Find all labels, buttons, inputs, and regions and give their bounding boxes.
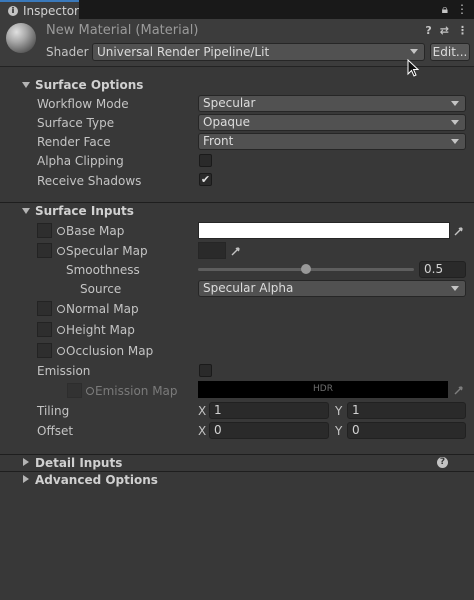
edit-shader-button[interactable]: Edit... xyxy=(430,43,470,61)
render-face-value: Front xyxy=(203,134,234,148)
material-preview-icon xyxy=(6,23,36,53)
detail-inputs-title: Detail Inputs xyxy=(35,456,123,470)
surface-type-label: Surface Type xyxy=(37,116,115,130)
smoothness-slider-thumb[interactable] xyxy=(301,264,311,274)
foldout-arrow-right-icon xyxy=(23,475,29,483)
object-picker-icon[interactable] xyxy=(86,387,94,395)
offset-y-field[interactable]: 0 xyxy=(347,422,466,439)
normal-map-texture-slot[interactable] xyxy=(37,301,52,316)
tab-bar: i Inspector 🔒︎ ⋮ xyxy=(0,0,474,19)
object-picker-icon[interactable] xyxy=(57,247,65,255)
shader-dropdown[interactable]: Universal Render Pipeline/Lit xyxy=(92,43,425,61)
specular-color-field[interactable] xyxy=(198,242,226,259)
workflow-mode-value: Specular xyxy=(203,96,256,110)
offset-label: Offset xyxy=(37,424,74,438)
chevron-down-icon xyxy=(451,120,459,125)
surface-options-foldout[interactable]: Surface Options xyxy=(0,77,474,94)
foldout-arrow-down-icon xyxy=(22,82,30,88)
tabbar-icons: 🔒︎ ⋮ xyxy=(442,2,468,17)
surface-type-dropdown[interactable]: Opaque xyxy=(198,114,466,131)
info-icon: i xyxy=(8,5,18,16)
material-header: New Material (Material) ? ⇄ ⋮ Shader Uni… xyxy=(0,19,474,67)
surface-inputs-foldout[interactable]: Surface Inputs xyxy=(0,202,474,219)
offset-x-label: X xyxy=(198,424,207,438)
receive-shadows-label: Receive Shadows xyxy=(37,174,142,188)
material-name: New Material (Material) xyxy=(46,23,199,38)
emission-hdr-color-field[interactable]: HDR xyxy=(198,381,448,398)
occlusion-map-texture-slot[interactable] xyxy=(37,343,52,358)
workflow-mode-label: Workflow Mode xyxy=(37,97,129,111)
tiling-label: Tiling xyxy=(37,404,70,418)
emission-checkbox[interactable] xyxy=(199,364,212,377)
chevron-down-icon xyxy=(451,101,459,106)
tiling-x-label: X xyxy=(198,404,207,418)
object-picker-icon[interactable] xyxy=(57,227,65,235)
mouse-cursor-icon xyxy=(407,59,419,77)
advanced-options-title: Advanced Options xyxy=(35,473,158,487)
alpha-clipping-checkbox[interactable] xyxy=(199,154,212,167)
source-label: Source xyxy=(80,282,122,296)
tab-inspector[interactable]: i Inspector xyxy=(0,0,79,19)
shader-dropdown-value: Universal Render Pipeline/Lit xyxy=(97,45,270,59)
workflow-mode-dropdown[interactable]: Specular xyxy=(198,95,466,112)
chevron-down-icon xyxy=(451,139,459,144)
render-face-dropdown[interactable]: Front xyxy=(198,133,466,150)
base-map-label: Base Map xyxy=(66,224,125,238)
render-face-label: Render Face xyxy=(37,135,111,149)
emission-map-label: Emission Map xyxy=(95,384,178,398)
object-picker-icon[interactable] xyxy=(57,347,65,355)
preset-icon[interactable]: ⇄ xyxy=(440,24,449,37)
object-picker-icon[interactable] xyxy=(57,305,65,313)
receive-shadows-checkbox[interactable]: ✔ xyxy=(199,173,212,186)
base-map-texture-slot[interactable] xyxy=(37,223,52,238)
smoothness-value-field[interactable]: 0.5 xyxy=(419,261,466,278)
advanced-options-foldout[interactable]: Advanced Options xyxy=(0,471,474,488)
base-map-color-field[interactable] xyxy=(198,222,450,239)
surface-type-value: Opaque xyxy=(203,115,251,129)
smoothness-label: Smoothness xyxy=(66,263,140,277)
specular-map-texture-slot[interactable] xyxy=(37,243,52,258)
emission-label: Emission xyxy=(37,364,91,378)
specular-map-label: Specular Map xyxy=(66,244,148,258)
tiling-y-label: Y xyxy=(335,404,343,418)
header-icons: ? ⇄ ⋮ xyxy=(425,24,468,37)
shader-label: Shader xyxy=(46,45,89,59)
checkmark-icon: ✔ xyxy=(200,173,211,186)
offset-x-field[interactable]: 0 xyxy=(209,422,329,439)
height-map-texture-slot[interactable] xyxy=(37,322,52,337)
eyedropper-icon[interactable] xyxy=(454,226,464,236)
help-icon[interactable]: ? xyxy=(437,457,448,468)
tiling-x-field[interactable]: 1 xyxy=(209,402,329,419)
emission-map-texture-slot[interactable] xyxy=(67,383,82,398)
chevron-down-icon xyxy=(451,286,459,291)
more-menu-icon[interactable]: ⋮ xyxy=(456,2,468,17)
lock-icon[interactable]: 🔒︎ xyxy=(442,2,448,17)
foldout-arrow-right-icon xyxy=(23,458,29,466)
height-map-label: Height Map xyxy=(66,323,135,337)
chevron-down-icon xyxy=(410,49,418,54)
foldout-arrow-down-icon xyxy=(22,208,30,214)
surface-inputs-title: Surface Inputs xyxy=(35,204,134,218)
eyedropper-icon[interactable] xyxy=(454,385,464,395)
occlusion-map-label: Occlusion Map xyxy=(66,344,154,358)
surface-options-title: Surface Options xyxy=(35,78,144,92)
help-icon[interactable]: ? xyxy=(425,24,431,37)
eyedropper-icon[interactable] xyxy=(231,246,241,256)
more-menu-icon[interactable]: ⋮ xyxy=(457,24,468,37)
alpha-clipping-label: Alpha Clipping xyxy=(37,154,124,168)
smoothness-source-value: Specular Alpha xyxy=(203,281,294,295)
object-picker-icon[interactable] xyxy=(57,326,65,334)
offset-y-label: Y xyxy=(335,424,343,438)
detail-inputs-foldout[interactable]: Detail Inputs ? xyxy=(0,454,474,471)
tiling-y-field[interactable]: 1 xyxy=(347,402,466,419)
tab-inspector-label: Inspector xyxy=(23,3,79,18)
smoothness-source-dropdown[interactable]: Specular Alpha xyxy=(198,280,466,297)
normal-map-label: Normal Map xyxy=(66,302,139,316)
